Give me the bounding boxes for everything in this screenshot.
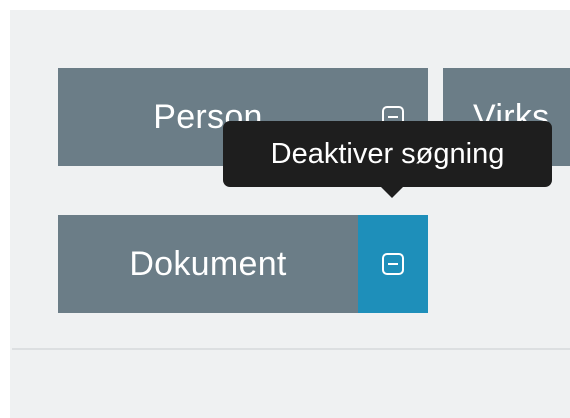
tooltip-arrow <box>380 186 404 198</box>
search-filter-panel: Person Virks Dokument Deaktiver søgning <box>10 10 570 418</box>
minus-square-icon <box>382 253 404 275</box>
tooltip-text: Deaktiver søgning <box>270 137 505 170</box>
dokument-tile-label: Dokument <box>129 244 287 283</box>
deactivate-search-tooltip: Deaktiver søgning <box>223 121 552 187</box>
divider <box>12 348 570 350</box>
dokument-search-tile[interactable]: Dokument <box>58 215 428 313</box>
dokument-deactivate-toggle[interactable] <box>358 215 428 313</box>
